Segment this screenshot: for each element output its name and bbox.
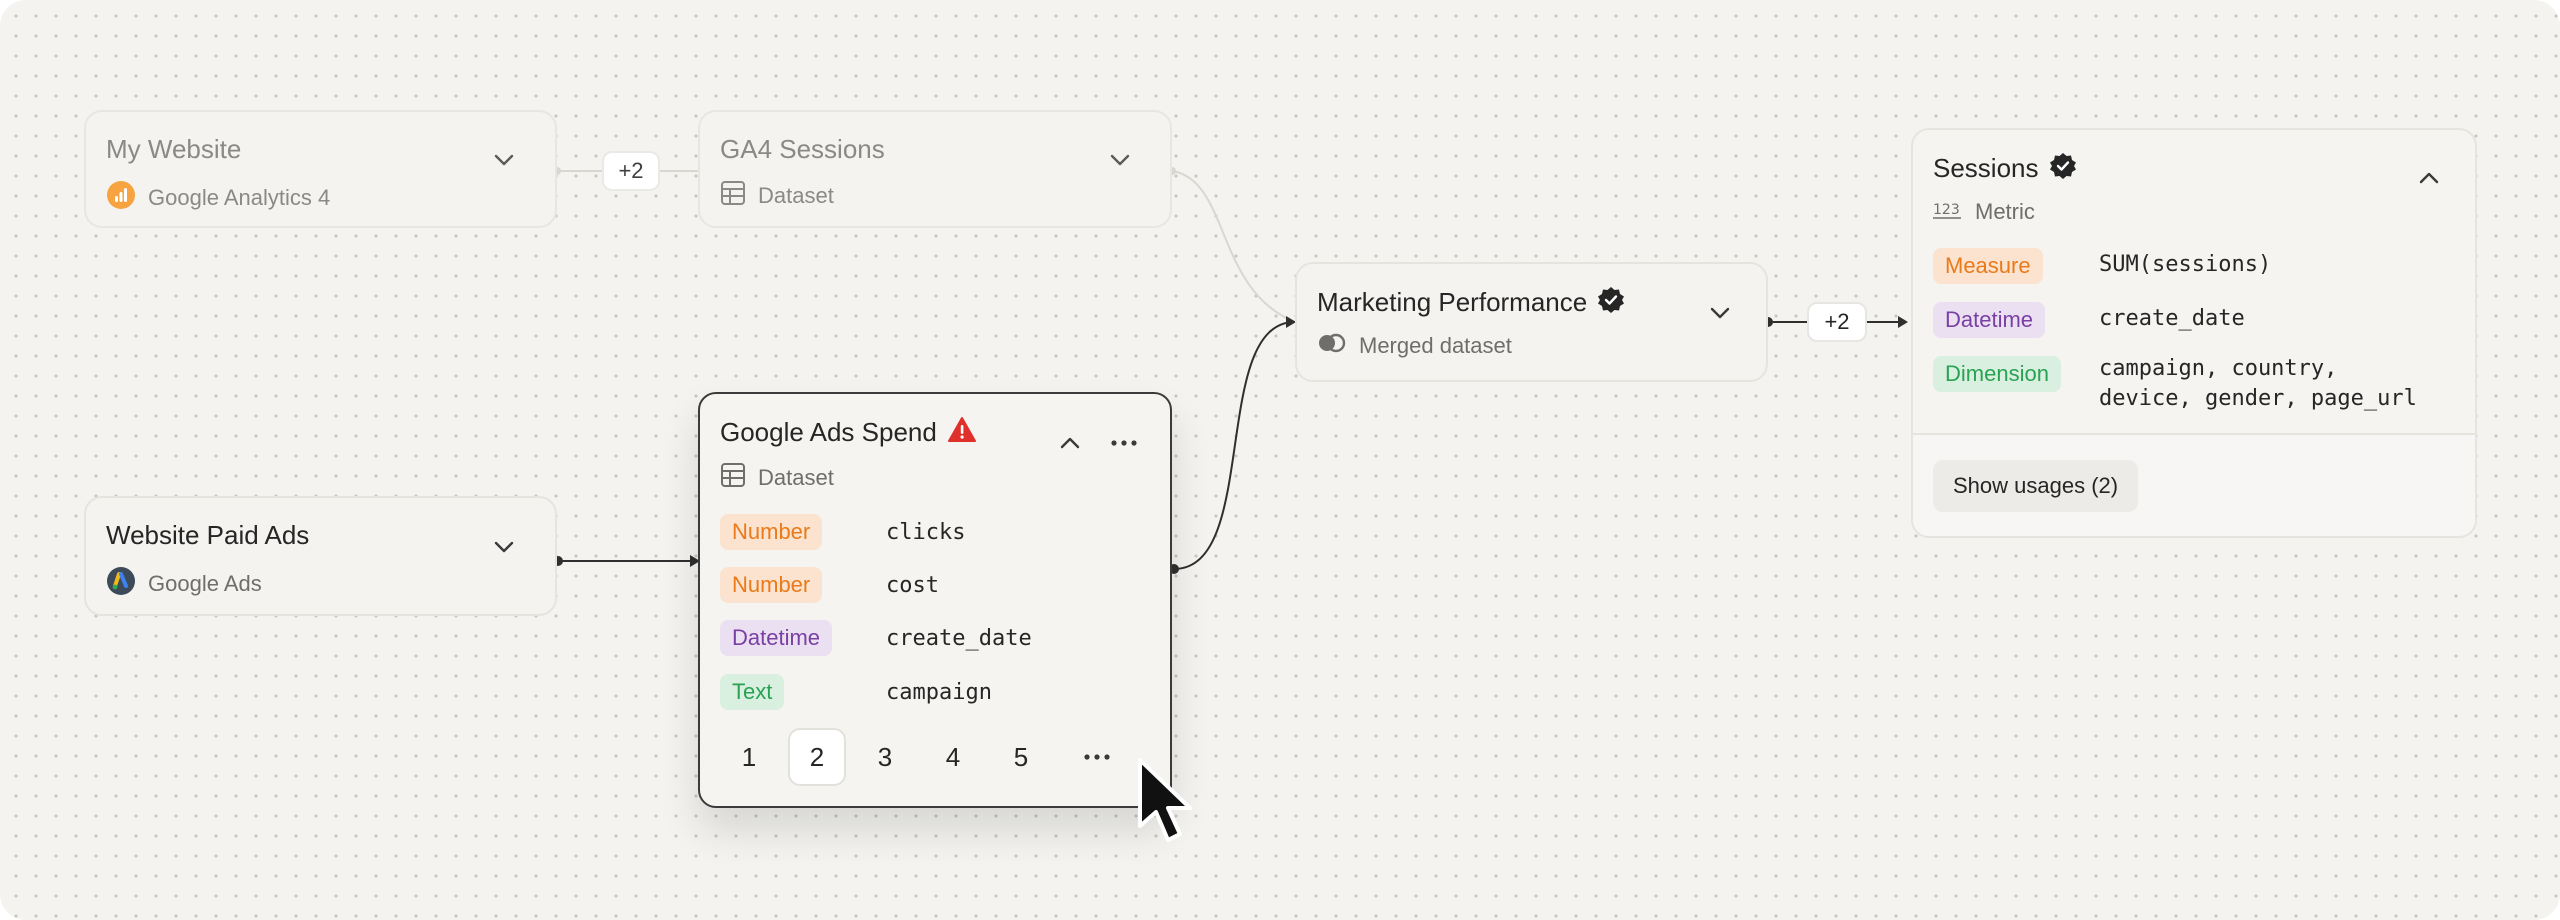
warning-icon <box>947 416 977 449</box>
dimension-tag: Dimension <box>1933 356 2061 392</box>
collapsed-nodes-chip[interactable]: +2 <box>1807 302 1867 342</box>
node-title: Marketing Performance <box>1317 287 1588 317</box>
expand-chevron-down-icon[interactable] <box>489 145 519 175</box>
svg-text:123: 123 <box>1933 202 1960 218</box>
field-row: Number cost <box>720 567 939 603</box>
more-pages-icon[interactable] <box>1068 728 1126 786</box>
google-ads-icon <box>106 566 136 601</box>
node-marketing-performance[interactable]: Marketing Performance Merged dataset <box>1295 262 1768 382</box>
field-name: create_date <box>886 625 1032 651</box>
verified-badge-icon <box>1597 286 1625 319</box>
collapsed-nodes-chip[interactable]: +2 <box>602 151 660 191</box>
page-button-1[interactable]: 1 <box>720 728 778 786</box>
datetime-tag: Datetime <box>1933 302 2046 338</box>
node-google-ads-spend[interactable]: Google Ads Spend Dataset Number clicks N… <box>698 392 1172 808</box>
field-type-tag: Text <box>720 674 785 710</box>
node-title: Google Ads Spend <box>720 417 937 447</box>
field-type-tag: Datetime <box>720 620 833 656</box>
node-subtitle: Merged dataset <box>1359 332 1512 358</box>
edge-ga4-marketing <box>1171 170 1296 323</box>
123-icon: 123 <box>1933 198 1963 225</box>
edge-spend-marketing <box>1173 321 1296 570</box>
node-subtitle: Google Ads <box>148 570 262 596</box>
collapse-chevron-up-icon[interactable] <box>1055 428 1085 458</box>
expand-chevron-down-icon[interactable] <box>489 532 519 562</box>
verified-badge-icon <box>2049 152 2077 185</box>
expand-chevron-down-icon[interactable] <box>1705 298 1735 328</box>
measure-value: SUM(sessions) <box>2099 252 2272 277</box>
node-subtitle: Dataset <box>758 464 834 490</box>
node-my-website[interactable]: My Website Google Analytics 4 <box>84 110 557 228</box>
field-name: campaign <box>886 679 992 705</box>
more-options-icon[interactable] <box>1106 428 1142 458</box>
expand-chevron-down-icon[interactable] <box>1105 145 1135 175</box>
field-type-tag: Number <box>720 567 823 603</box>
node-subtitle: Dataset <box>758 182 834 208</box>
page-button-3[interactable]: 3 <box>856 728 914 786</box>
show-usages-button[interactable]: Show usages (2) <box>1933 460 2139 512</box>
node-title: Sessions <box>1933 153 2039 183</box>
metric-row: Dimension campaign, country, device, gen… <box>1933 356 2417 411</box>
field-row: Number clicks <box>720 514 965 550</box>
field-type-tag: Number <box>720 514 823 550</box>
table-icon <box>720 462 746 493</box>
collapse-chevron-up-icon[interactable] <box>2414 163 2444 193</box>
metric-row: Datetime create_date <box>1933 302 2245 338</box>
node-subtitle: Metric <box>1975 198 2035 224</box>
node-title: Website Paid Ads <box>106 520 310 550</box>
pagination: 1 2 3 4 5 <box>720 728 1126 786</box>
node-subtitle: Google Analytics 4 <box>148 184 331 210</box>
node-title: GA4 Sessions <box>720 134 885 164</box>
divider <box>1913 433 2475 435</box>
page-button-4[interactable]: 4 <box>924 728 982 786</box>
node-ga4-sessions[interactable]: GA4 Sessions Dataset <box>698 110 1172 228</box>
dimension-value-line1: campaign, country, <box>2099 356 2338 381</box>
metric-row: Measure SUM(sessions) <box>1933 248 2271 284</box>
node-title: My Website <box>106 134 242 164</box>
node-website-paid-ads[interactable]: Website Paid Ads Google Ads <box>84 496 557 616</box>
page-button-5[interactable]: 5 <box>992 728 1050 786</box>
merged-dataset-icon <box>1317 332 1347 359</box>
mouse-cursor-icon <box>1134 756 1204 846</box>
measure-tag: Measure <box>1933 248 2043 284</box>
node-sessions[interactable]: Sessions 123 Metric Measure SUM(sessions… <box>1911 128 2477 538</box>
field-name: clicks <box>886 519 966 545</box>
datetime-value: create_date <box>2099 306 2245 331</box>
field-row: Text campaign <box>720 674 992 710</box>
google-analytics-icon <box>106 180 136 215</box>
field-row: Datetime create_date <box>720 620 1032 656</box>
dimension-value-line2: device, gender, page_url <box>2099 386 2417 411</box>
table-icon <box>720 180 746 211</box>
page-button-2[interactable]: 2 <box>788 728 846 786</box>
lineage-canvas[interactable]: My Website Google Analytics 4 +2 GA4 Ses… <box>0 0 2560 920</box>
field-name: cost <box>886 572 939 598</box>
